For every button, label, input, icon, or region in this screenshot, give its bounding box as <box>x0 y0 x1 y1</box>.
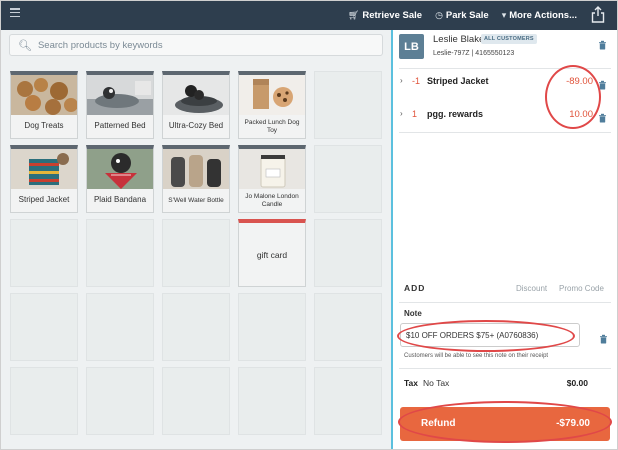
remove-note-trash-icon[interactable] <box>599 331 608 344</box>
empty-tile <box>86 367 154 435</box>
refund-label: Refund <box>421 418 456 429</box>
search-icon: 🔍︎ <box>18 39 32 52</box>
caret-down-icon: ▾ <box>501 10 507 20</box>
add-label: ADD <box>404 283 426 293</box>
note-label: Note <box>404 309 422 318</box>
discount-link[interactable]: Discount <box>516 284 547 293</box>
refund-amount: -$79.00 <box>556 418 590 429</box>
share-icon[interactable] <box>591 6 605 23</box>
line-qty: -1 <box>412 76 421 86</box>
top-bar: 🛒︎ Retrieve Sale ◷ Park Sale ▾ More Acti… <box>1 1 617 30</box>
customer-id: Leslie-797Z | 4165550123 <box>433 50 515 57</box>
add-row: ADD Discount Promo Code <box>393 280 617 298</box>
more-actions-button[interactable]: ▾ More Actions... <box>502 10 577 21</box>
product-label: Packed Lunch Dog Toy <box>244 119 300 134</box>
retrieve-sale-button[interactable]: 🛒︎ Retrieve Sale <box>348 10 422 21</box>
product-label: Plaid Bandana <box>93 195 147 205</box>
product-label: Patterned Bed <box>94 121 146 131</box>
product-label: Jo Malone London Candle <box>245 193 299 208</box>
divider <box>399 132 611 133</box>
empty-tile <box>238 367 306 435</box>
remove-line-trash-icon[interactable] <box>598 77 607 90</box>
product-tile-ultra-cozy-bed[interactable]: Ultra-Cozy Bed <box>162 71 230 139</box>
line-name: Striped Jacket <box>427 76 489 86</box>
more-actions-label: More Actions... <box>509 10 577 21</box>
product-label: Ultra-Cozy Bed <box>168 121 224 131</box>
candle-image <box>239 149 305 189</box>
remove-customer-trash-icon[interactable] <box>598 37 607 50</box>
product-tile-plaid-bandana[interactable]: Plaid Bandana <box>86 145 154 213</box>
empty-tile <box>314 219 382 287</box>
cart-icon: 🛒︎ <box>347 10 360 20</box>
water-bottle-image <box>163 149 229 189</box>
empty-tile <box>10 219 78 287</box>
cart-line-item[interactable]: › -1 Striped Jacket -89.00 <box>393 71 617 93</box>
divider <box>399 68 611 69</box>
empty-tile <box>314 71 382 139</box>
remove-line-trash-icon[interactable] <box>598 110 607 123</box>
line-price: 10.00 <box>569 109 593 120</box>
search-bar[interactable]: 🔍︎ <box>9 34 383 56</box>
tax-value: No Tax <box>423 378 450 388</box>
divider <box>399 368 611 369</box>
park-sale-label: Park Sale <box>445 10 489 21</box>
product-label: S'Well Water Bottle <box>168 196 224 204</box>
chevron-right-icon: › <box>400 109 403 118</box>
divider <box>399 302 611 303</box>
dog-treats-image <box>11 75 77 115</box>
product-label: Striped Jacket <box>18 195 70 205</box>
clock-icon: ◷ <box>435 10 443 20</box>
empty-tile <box>314 293 382 361</box>
striped-jacket-image <box>11 149 77 189</box>
park-sale-button[interactable]: ◷ Park Sale <box>435 10 489 21</box>
search-input[interactable] <box>37 39 368 51</box>
pos-screen: 🛒︎ Retrieve Sale ◷ Park Sale ▾ More Acti… <box>0 0 618 450</box>
note-hint: Customers will be able to see this note … <box>404 353 549 359</box>
tax-label: Tax <box>404 378 419 388</box>
empty-tile <box>10 367 78 435</box>
product-tile-swell-water-bottle[interactable]: S'Well Water Bottle <box>162 145 230 213</box>
product-label: Dog Treats <box>24 121 64 131</box>
packed-lunch-image <box>239 75 305 115</box>
customer-group-badge: ALL CUSTOMERS <box>481 34 537 44</box>
note-field[interactable]: $10 OFF ORDERS $75+ (A0760836) <box>400 323 580 347</box>
refund-button[interactable]: Refund -$79.00 <box>400 407 610 441</box>
line-name: pgg. rewards <box>427 109 484 119</box>
tax-row: Tax No Tax $0.00 <box>393 376 617 392</box>
plaid-bandana-image <box>87 149 153 189</box>
product-label: gift card <box>256 249 288 260</box>
cart-line-item[interactable]: › 1 pgg. rewards 10.00 <box>393 104 617 126</box>
empty-tile <box>314 145 382 213</box>
line-price: -89.00 <box>566 76 593 87</box>
top-actions: 🛒︎ Retrieve Sale ◷ Park Sale ▾ More Acti… <box>348 1 577 30</box>
empty-tile <box>162 219 230 287</box>
tax-amount: $0.00 <box>566 378 588 388</box>
promo-code-link[interactable]: Promo Code <box>559 284 604 293</box>
line-qty: 1 <box>412 109 418 119</box>
empty-tile <box>10 293 78 361</box>
product-tile-gift-card[interactable]: gift card <box>238 219 306 287</box>
retrieve-sale-label: Retrieve Sale <box>362 10 423 21</box>
product-grid: Dog Treats Patterned Bed Ultra-Cozy Bed … <box>10 71 382 435</box>
chevron-right-icon: › <box>400 76 403 85</box>
empty-tile <box>86 293 154 361</box>
patterned-bed-image <box>87 75 153 115</box>
product-tile-patterned-bed[interactable]: Patterned Bed <box>86 71 154 139</box>
customer-header[interactable]: LB Leslie Blake ALL CUSTOMERS Leslie-797… <box>393 30 617 66</box>
menu-icon[interactable] <box>10 8 20 17</box>
cart-panel: LB Leslie Blake ALL CUSTOMERS Leslie-797… <box>391 30 617 449</box>
empty-tile <box>162 367 230 435</box>
avatar: LB <box>399 34 424 59</box>
empty-tile <box>162 293 230 361</box>
product-tile-packed-lunch-dog-toy[interactable]: Packed Lunch Dog Toy <box>238 71 306 139</box>
product-tile-dog-treats[interactable]: Dog Treats <box>10 71 78 139</box>
product-tile-striped-jacket[interactable]: Striped Jacket <box>10 145 78 213</box>
ultra-cozy-bed-image <box>163 75 229 115</box>
empty-tile <box>238 293 306 361</box>
empty-tile <box>86 219 154 287</box>
empty-tile <box>314 367 382 435</box>
product-tile-jo-malone-candle[interactable]: Jo Malone London Candle <box>238 145 306 213</box>
customer-name: Leslie Blake <box>433 34 485 45</box>
